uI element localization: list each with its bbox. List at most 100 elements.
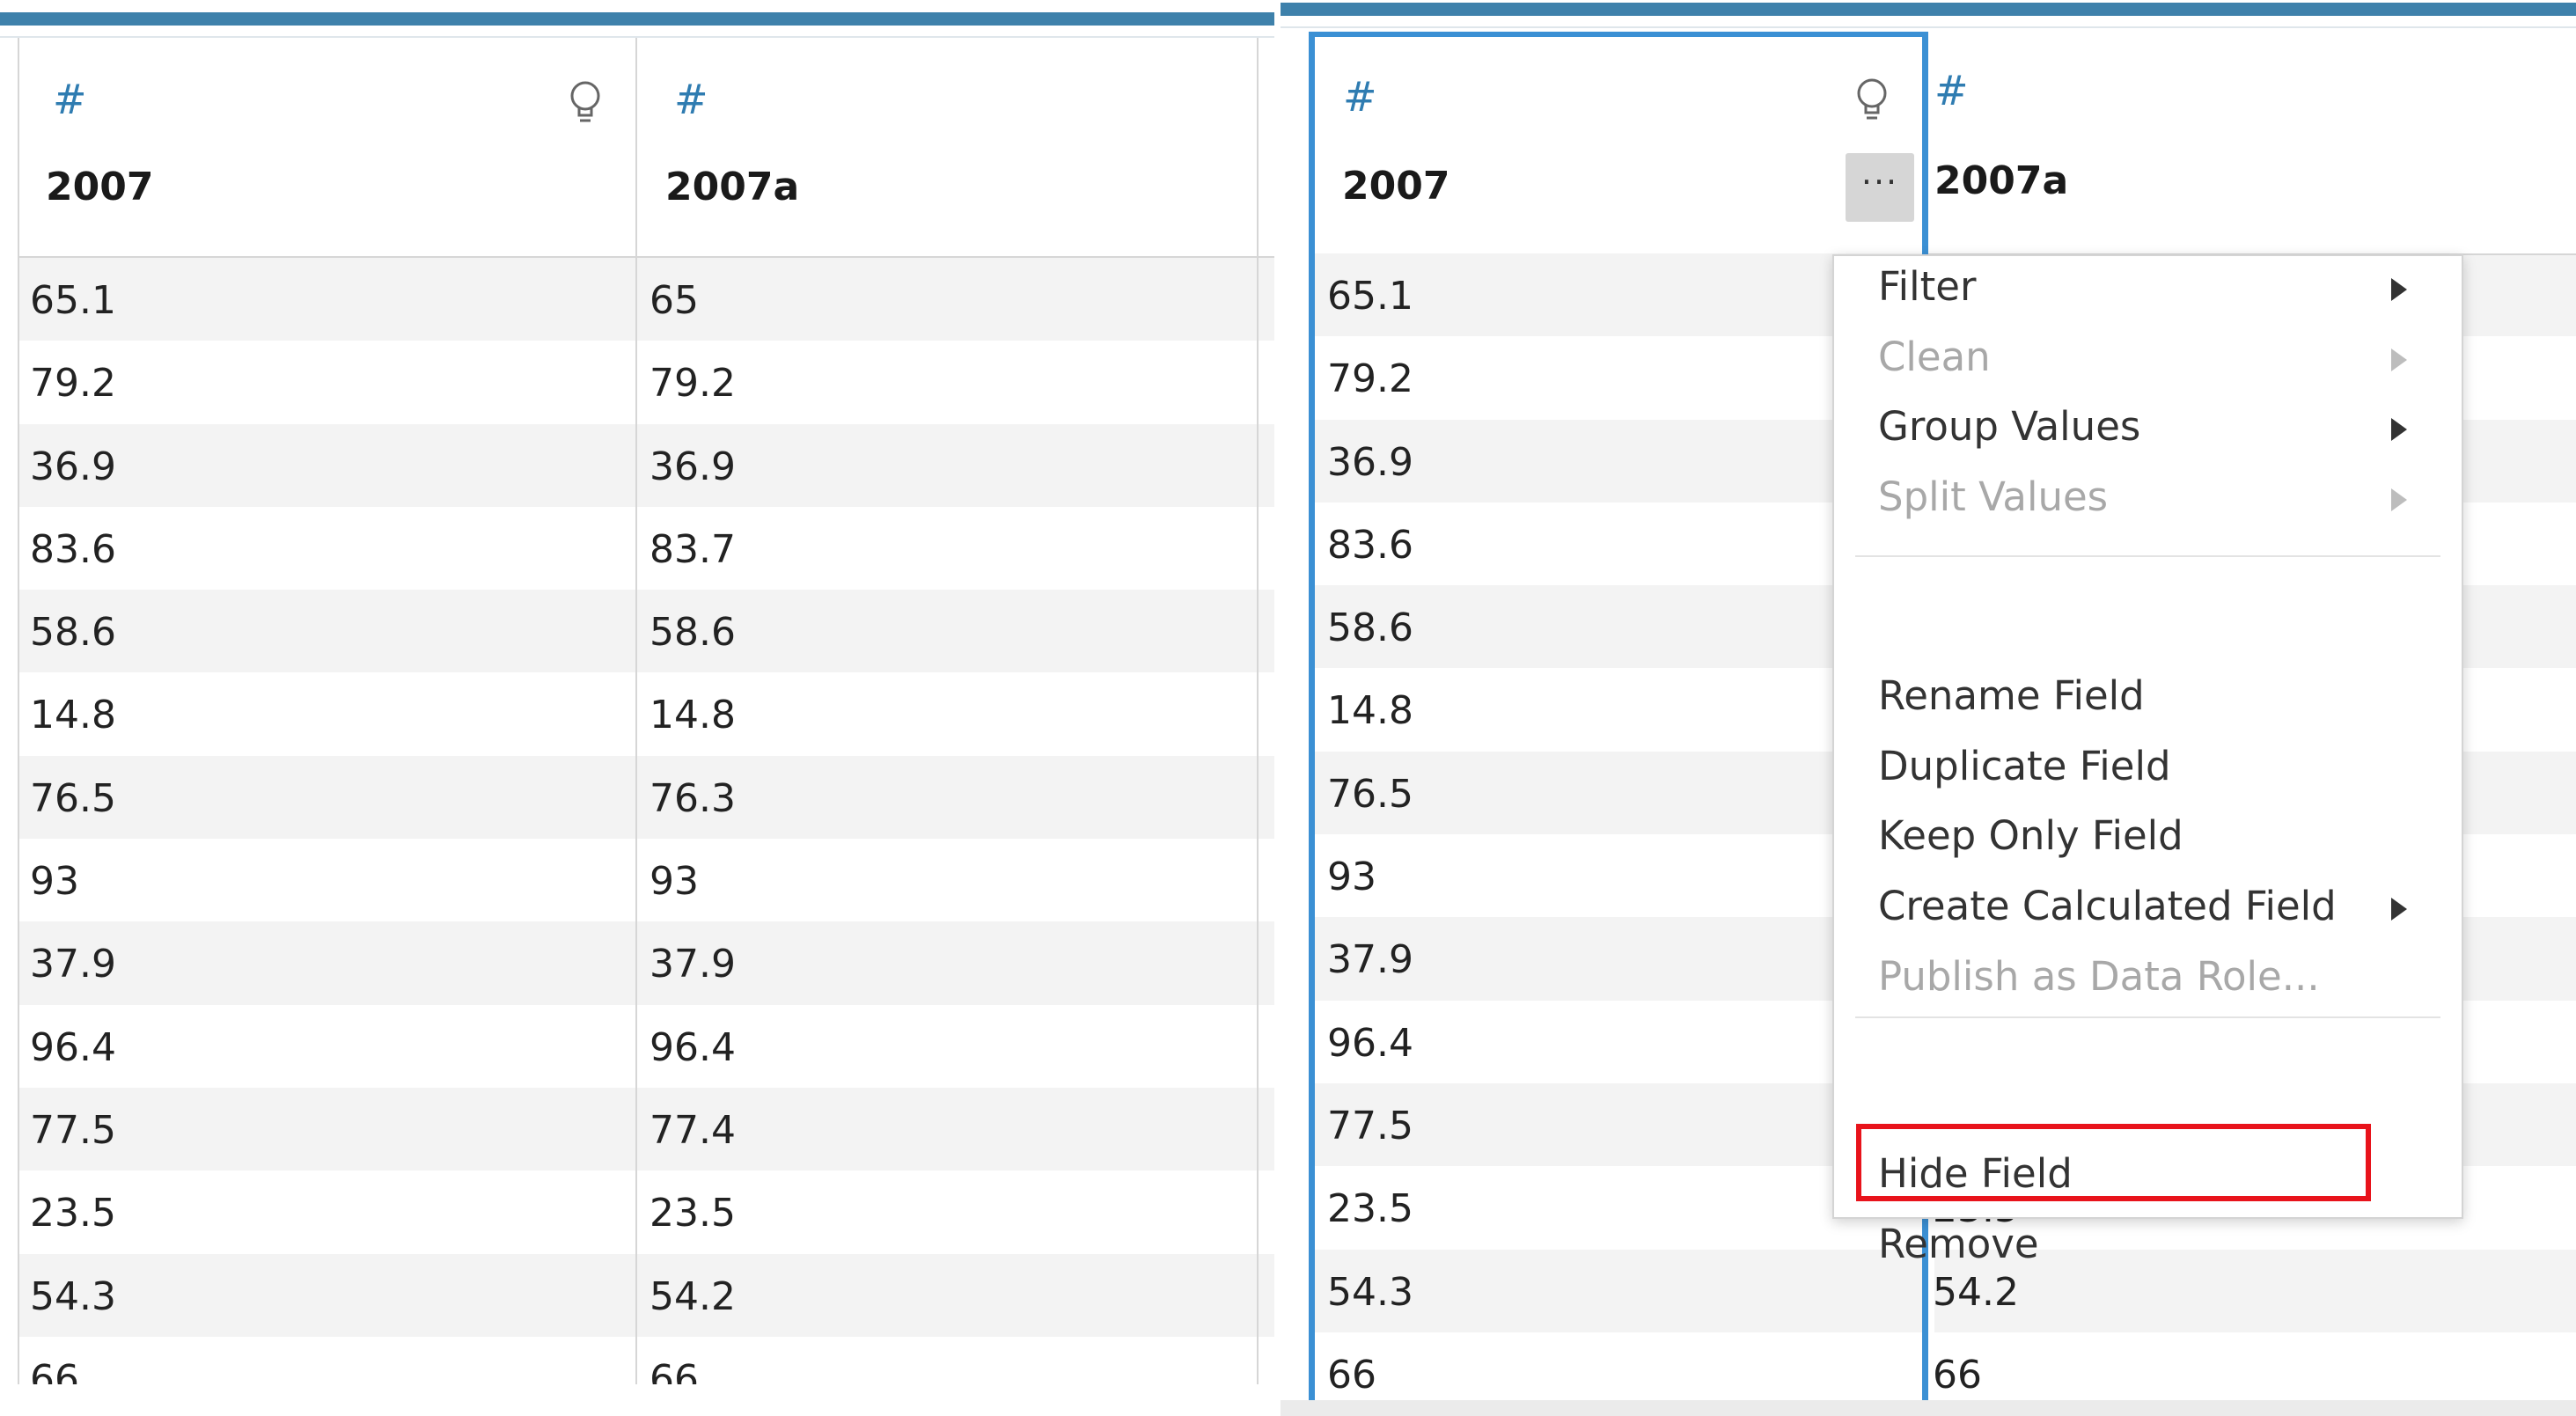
cell-value[interactable]: 66: [1327, 1353, 1376, 1398]
table-row: 14.8: [18, 672, 636, 756]
cell-value[interactable]: 23.5: [650, 1192, 736, 1236]
column-2007-selected[interactable]: # 2007 ··· 65.1 79.2 36.9 83.6 58.6 14.8 76.5 9…: [1315, 37, 1922, 1416]
cell-value[interactable]: 23.5: [1327, 1187, 1413, 1231]
table-row: 58.6: [637, 590, 1257, 673]
cell-value[interactable]: 14.8: [650, 693, 736, 737]
cell-value[interactable]: 77.5: [1327, 1104, 1413, 1148]
menu-item-keep-only-field[interactable]: Keep Only Field: [1878, 806, 2444, 866]
table-row: [1259, 1004, 1274, 1088]
menu-item-label: Split Values: [1878, 473, 2109, 520]
table-row: [1259, 1336, 1274, 1384]
menu-separator: [1855, 1016, 2440, 1018]
panel-top-bar: [0, 12, 1274, 26]
cell-value[interactable]: 96.4: [1327, 1021, 1413, 1066]
header-divider: [18, 256, 1274, 258]
lightbulb-icon[interactable]: [1853, 76, 1890, 130]
cell-value[interactable]: 36.9: [30, 444, 116, 489]
cell-value[interactable]: 37.9: [650, 943, 736, 987]
column-title: 2007a: [1934, 158, 2069, 203]
cell-value[interactable]: 54.3: [1327, 1270, 1413, 1315]
cell-value[interactable]: 65.1: [1327, 275, 1413, 319]
cell-value[interactable]: 14.8: [1327, 689, 1413, 733]
submenu-arrow-icon: [2391, 898, 2407, 921]
number-type-icon: #: [1343, 73, 1377, 121]
submenu-arrow-icon: [2391, 488, 2407, 511]
cell-value[interactable]: 58.6: [30, 611, 116, 655]
table-row: 96.4: [18, 1004, 636, 1088]
table-row: [1259, 672, 1274, 756]
cell-value[interactable]: 96.4: [30, 1025, 116, 1070]
table-row: 79.2: [1315, 336, 1922, 420]
table-row: [1259, 1087, 1274, 1171]
menu-item-remove[interactable]: Remove: [1878, 1214, 2444, 1274]
menu-item-label: Publish as Data Role...: [1878, 953, 2320, 1000]
cell-value[interactable]: 83.6: [30, 527, 116, 572]
table-row: 77.5: [1315, 1082, 1922, 1167]
column-2007a[interactable]: # 2007a 65 79.2 36.9 83.7 58.6 14.8 76.3 93 37.9…: [637, 38, 1257, 1384]
cell-value[interactable]: 58.6: [1327, 606, 1413, 650]
column-header[interactable]: # 2007 ···: [1315, 37, 1922, 253]
cell-value[interactable]: 54.3: [30, 1274, 116, 1319]
cell-value[interactable]: 66: [30, 1357, 79, 1384]
table-row: 65.1: [1315, 253, 1922, 337]
cell-value[interactable]: 66: [1934, 1353, 1982, 1398]
menu-item-duplicate-field[interactable]: Duplicate Field: [1878, 737, 2444, 796]
panel-top-bar: [1281, 3, 2576, 16]
cell-value[interactable]: 83.7: [650, 527, 736, 572]
horizontal-scrollbar[interactable]: [1281, 1400, 2576, 1416]
cell-value[interactable]: 65: [650, 279, 699, 323]
cell-value[interactable]: 93: [30, 860, 79, 904]
cell-value[interactable]: 96.4: [650, 1025, 736, 1070]
cell-value[interactable]: 79.2: [650, 362, 736, 406]
cell-value[interactable]: 65.1: [30, 279, 116, 323]
submenu-arrow-icon: [2391, 348, 2407, 371]
menu-item-create-calculated-field[interactable]: Create Calculated Field: [1878, 877, 2444, 936]
cell-value[interactable]: 76.3: [650, 776, 736, 821]
cell-value[interactable]: 79.2: [30, 362, 116, 406]
cell-value[interactable]: 93: [1327, 855, 1376, 899]
lightbulb-icon[interactable]: [567, 78, 604, 133]
cell-value[interactable]: 93: [650, 860, 699, 904]
table-row: 36.9: [18, 423, 636, 507]
cell-value[interactable]: 36.9: [650, 444, 736, 489]
table-row: 23.5: [18, 1170, 636, 1254]
cell-value[interactable]: 14.8: [30, 693, 116, 737]
table-row: [1259, 258, 1274, 341]
context-menu: Filter Clean Group Values Split Values Renam…: [1832, 254, 2463, 1267]
panel-gap: [1274, 0, 1281, 1416]
cell-value[interactable]: 58.6: [650, 611, 736, 655]
table-row: 93: [1315, 834, 1922, 918]
column-2007[interactable]: # 2007 65.1 79.2 36.9 83.6 58.6 14.8 76.5 93 37.…: [18, 38, 636, 1384]
cell-value[interactable]: 77.4: [650, 1108, 736, 1153]
table-row: 58.6: [1315, 585, 1922, 669]
menu-item-filter[interactable]: Filter: [1878, 257, 2444, 317]
cell-value[interactable]: 23.5: [30, 1192, 116, 1236]
menu-item-rename-field[interactable]: Rename Field: [1878, 666, 2444, 726]
menu-item-publish-as-data-role: Publish as Data Role...: [1878, 947, 2444, 1007]
table-row: 37.9: [637, 921, 1257, 1005]
cell-value[interactable]: 76.5: [1327, 772, 1413, 817]
submenu-arrow-icon: [2391, 278, 2407, 301]
next-column-edge: [1259, 258, 1274, 1384]
column-header[interactable]: # 2007a: [637, 38, 1257, 256]
table-row: 23.5: [1315, 1166, 1922, 1250]
menu-item-group-values[interactable]: Group Values: [1878, 397, 2444, 457]
cell-value[interactable]: 36.9: [1327, 440, 1413, 485]
cell-value[interactable]: 37.9: [1327, 938, 1413, 982]
table-row: 14.8: [1315, 668, 1922, 752]
table-row: 66: [637, 1336, 1257, 1384]
more-options-button[interactable]: ···: [1846, 153, 1914, 222]
cell-value[interactable]: 54.2: [1934, 1270, 2019, 1315]
cell-value[interactable]: 66: [650, 1357, 699, 1384]
cell-value[interactable]: 83.6: [1327, 523, 1413, 568]
column-header[interactable]: # 2007: [18, 38, 636, 256]
table-row: 77.4: [637, 1087, 1257, 1171]
cell-value[interactable]: 79.2: [1327, 357, 1413, 401]
cell-value[interactable]: 76.5: [30, 776, 116, 821]
column-header[interactable]: # 2007a: [1934, 33, 2576, 252]
cell-value[interactable]: 37.9: [30, 943, 116, 987]
table-row: 54.2: [637, 1253, 1257, 1337]
cell-value[interactable]: 54.2: [650, 1274, 736, 1319]
menu-item-label: Filter: [1878, 263, 1977, 310]
cell-value[interactable]: 77.5: [30, 1108, 116, 1153]
